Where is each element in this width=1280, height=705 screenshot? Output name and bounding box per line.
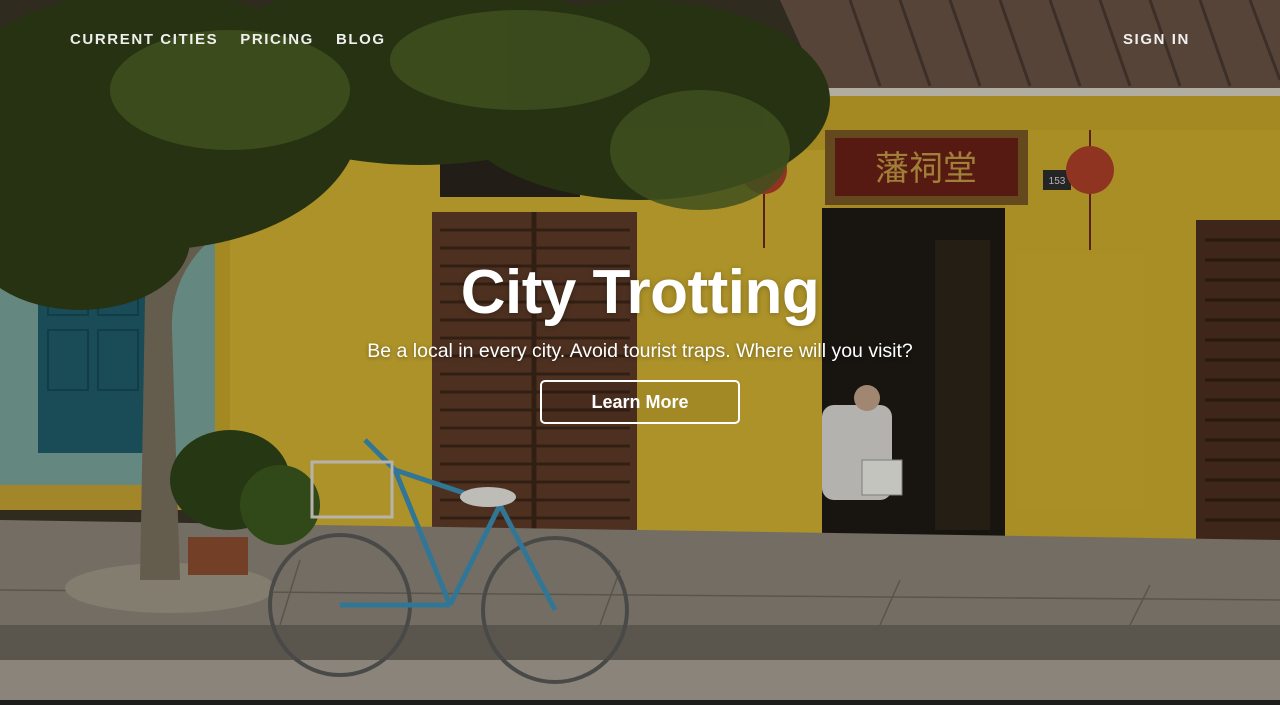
nav-current-cities[interactable]: CURRENT CITIES: [70, 31, 218, 48]
nav-blog[interactable]: BLOG: [336, 31, 386, 48]
hero-section: 藩祠堂 153 CURRENT CITIES PRICING BLOG SIGN…: [0, 0, 1280, 700]
nav-pricing[interactable]: PRICING: [240, 31, 314, 48]
hero-content: City Trotting Be a local in every city. …: [0, 258, 1280, 424]
learn-more-button[interactable]: Learn More: [540, 380, 740, 424]
hero-title: City Trotting: [460, 258, 820, 327]
sign-in-link[interactable]: SIGN IN: [1123, 31, 1190, 48]
hero-tagline: Be a local in every city. Avoid tourist …: [367, 340, 913, 362]
main-nav: CURRENT CITIES PRICING BLOG: [70, 31, 386, 48]
bottom-strip: [0, 700, 1280, 705]
